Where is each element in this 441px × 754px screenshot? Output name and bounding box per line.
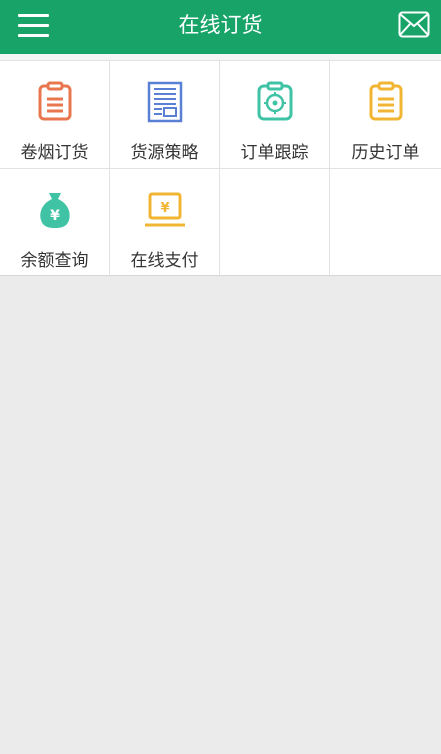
grid-item-supply-strategy[interactable]: 货源策略	[110, 61, 220, 169]
grid-item-balance-inquiry[interactable]: ¥ 余额查询	[0, 169, 110, 277]
hamburger-menu-icon	[18, 14, 49, 17]
mail-button[interactable]	[398, 11, 430, 38]
mail-icon	[398, 11, 430, 38]
menu-button[interactable]	[18, 12, 50, 40]
grid-item-label: 卷烟订货	[20, 143, 89, 163]
menu-line	[18, 34, 49, 37]
grid-item-label: 余额查询	[20, 251, 89, 271]
grid-item-label: 历史订单	[351, 143, 420, 163]
target-icon	[257, 81, 292, 121]
laptop-payment-icon: ¥	[144, 192, 185, 227]
function-grid: 卷烟订货 货源策略 订单跟踪 历史订单 ¥ 余额查询 ¥ 在线支付	[0, 60, 441, 277]
clipboard-icon	[38, 81, 71, 121]
top-bar: 在线订货	[0, 0, 441, 54]
svg-text:¥: ¥	[50, 208, 60, 224]
grid-item-online-payment[interactable]: ¥ 在线支付	[110, 169, 220, 277]
menu-line	[18, 24, 49, 27]
document-icon	[147, 81, 182, 123]
grid-item-label: 订单跟踪	[240, 143, 309, 163]
clipboard-icon	[369, 81, 402, 121]
svg-text:¥: ¥	[160, 201, 169, 216]
grid-empty-cell	[220, 169, 330, 277]
grid-item-cigarette-order[interactable]: 卷烟订货	[0, 61, 110, 169]
grid-item-label: 在线支付	[130, 251, 199, 271]
page-title: 在线订货	[178, 13, 263, 37]
grid-item-label: 货源策略	[130, 143, 199, 163]
grid-empty-cell	[330, 169, 441, 277]
grid-item-order-tracking[interactable]: 订单跟踪	[220, 61, 330, 169]
grid-item-order-history[interactable]: 历史订单	[330, 61, 441, 169]
money-bag-icon: ¥	[39, 193, 70, 228]
